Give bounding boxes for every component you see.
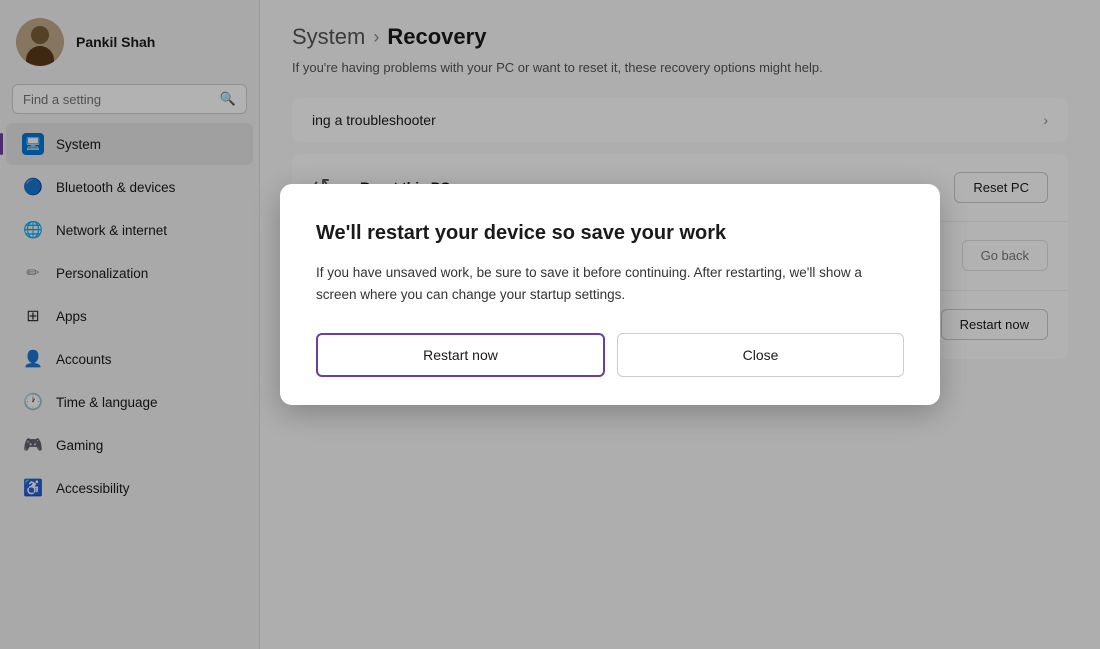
- dialog-actions: Restart now Close: [316, 333, 904, 377]
- dialog-close-button[interactable]: Close: [617, 333, 904, 377]
- dialog-title: We'll restart your device so save your w…: [316, 220, 904, 246]
- restart-dialog: We'll restart your device so save your w…: [280, 184, 940, 405]
- dialog-restart-button[interactable]: Restart now: [316, 333, 605, 377]
- dialog-overlay: We'll restart your device so save your w…: [0, 0, 1100, 649]
- dialog-body: If you have unsaved work, be sure to sav…: [316, 262, 904, 305]
